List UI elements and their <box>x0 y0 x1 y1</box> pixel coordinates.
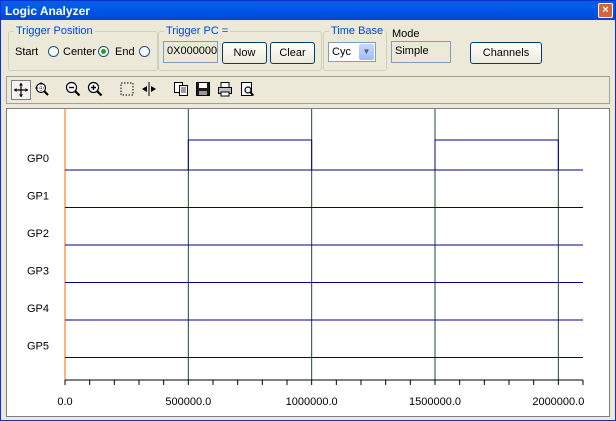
print-preview-icon <box>241 82 255 97</box>
print-preview-button[interactable] <box>238 80 258 100</box>
pan-button[interactable] <box>11 80 31 100</box>
channels-button[interactable]: Channels <box>470 42 542 64</box>
copy-button[interactable] <box>172 80 192 100</box>
print-button[interactable] <box>216 80 236 100</box>
now-button[interactable]: Now <box>222 42 267 64</box>
signal-trace-gp0 <box>65 139 583 171</box>
marker-button[interactable] <box>140 80 160 100</box>
window-title: Logic Analyzer <box>5 4 90 18</box>
save-button[interactable] <box>194 80 214 100</box>
close-icon: × <box>602 4 609 16</box>
trigger-start-label[interactable]: Start <box>15 46 38 58</box>
zoom-out-button[interactable] <box>64 80 84 100</box>
save-icon <box>196 82 210 96</box>
zoom-in-button[interactable] <box>86 80 106 100</box>
toolbar <box>6 76 610 104</box>
zoom-region-icon <box>35 82 49 96</box>
trigger-pc-field[interactable]: 0X000000 <box>163 41 218 63</box>
copy-icon <box>174 82 188 96</box>
marker-icon <box>142 82 156 96</box>
x-tick-label: 0.0 <box>57 396 72 408</box>
channel-label-gp3: GP3 <box>27 266 49 278</box>
x-tick-label: 500000.0 <box>165 396 211 408</box>
channel-label-gp1: GP1 <box>27 191 49 203</box>
close-button[interactable]: × <box>598 3 613 18</box>
trigger-pc-legend: Trigger PC = <box>166 25 229 37</box>
x-tick-label: 1500000.0 <box>409 396 461 408</box>
dropdown-arrow-icon[interactable]: ▼ <box>359 44 374 60</box>
waveform-plot[interactable]: GP0 GP1 GP2 GP3 GP4 GP5 0.0 500000.0 1000000.0 15… <box>6 108 610 417</box>
trigger-center-radio[interactable] <box>98 46 109 57</box>
trigger-end-radio[interactable] <box>139 46 150 57</box>
mode-field: Simple <box>391 41 451 63</box>
x-tick-label: 1000000.0 <box>286 396 338 408</box>
channel-label-gp2: GP2 <box>27 228 49 240</box>
zoom-out-icon <box>65 81 81 97</box>
waveform-chart[interactable]: GP0 GP1 GP2 GP3 GP4 GP5 0.0 500000.0 1000000.0 15… <box>7 109 609 416</box>
time-base-legend: Time Base <box>331 25 384 37</box>
channel-label-gp4: GP4 <box>27 303 49 315</box>
mode-label: Mode <box>392 28 420 40</box>
logic-analyzer-window: Logic Analyzer × Trigger Position Start … <box>0 0 616 421</box>
x-tick-label: 2000000.0 <box>532 396 584 408</box>
zoom-region-button[interactable] <box>33 80 53 100</box>
channel-label-gp0: GP0 <box>27 153 49 165</box>
trigger-center-label[interactable]: Center <box>63 46 96 58</box>
zoom-in-icon <box>87 81 103 97</box>
trigger-end-label[interactable]: End <box>115 46 135 58</box>
pan-icon <box>14 83 28 97</box>
trigger-position-legend: Trigger Position <box>16 25 93 37</box>
time-base-value: Cyc <box>332 46 351 58</box>
print-icon <box>218 82 232 97</box>
time-base-select[interactable]: Cyc ▼ <box>328 42 376 62</box>
clear-button[interactable]: Clear <box>270 42 315 64</box>
trigger-start-radio[interactable] <box>48 46 59 57</box>
select-region-icon <box>120 82 134 96</box>
title-bar[interactable]: Logic Analyzer × <box>1 1 615 20</box>
channel-label-gp5: GP5 <box>27 341 49 353</box>
select-region-button[interactable] <box>118 80 138 100</box>
